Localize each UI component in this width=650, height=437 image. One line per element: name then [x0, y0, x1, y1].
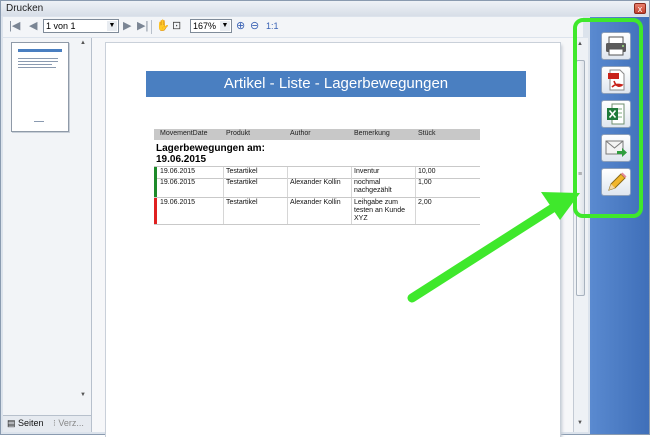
arrow-shaft: [407, 201, 561, 303]
annotation-arrow: [407, 192, 580, 303]
